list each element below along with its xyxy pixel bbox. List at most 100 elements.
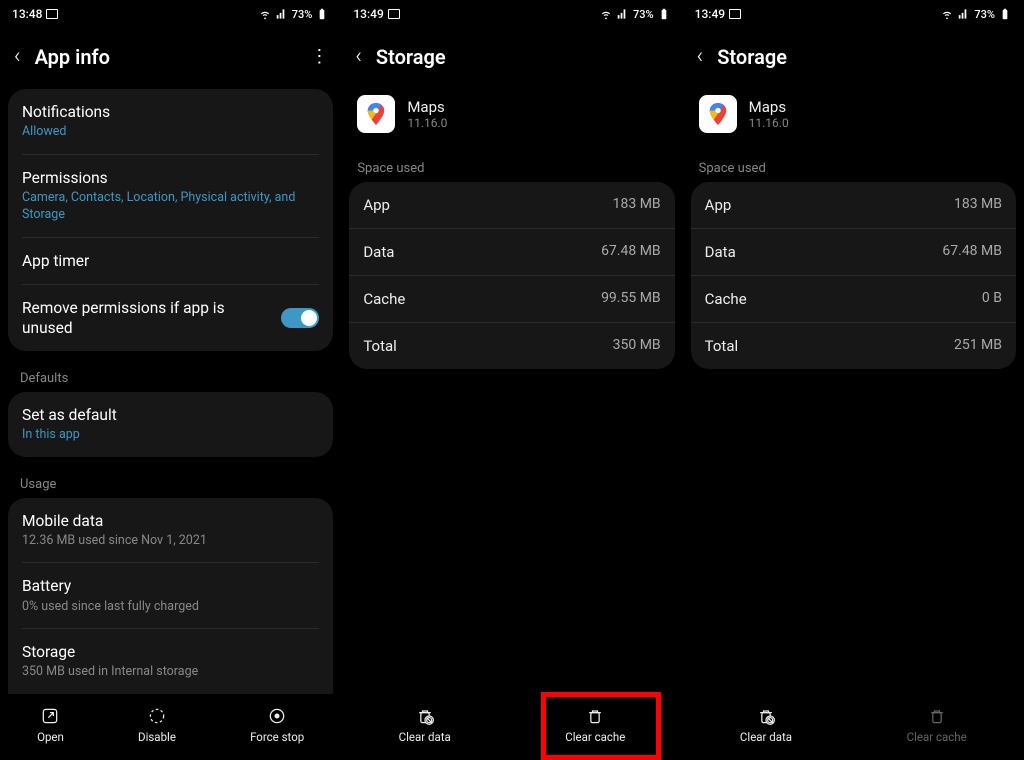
screen-app-info: 13:48 73% ‹ App info ⋮ Notifications All… — [0, 0, 341, 758]
clear-cache-label: Clear cache — [907, 730, 967, 744]
storage-sub: 350 MB used in Internal storage — [22, 663, 319, 681]
screenshot-icon — [729, 9, 741, 19]
bottom-bar: Clear data Clear cache — [341, 694, 682, 758]
permissions-row[interactable]: Permissions Camera, Contacts, Location, … — [22, 155, 319, 238]
screenshot-icon — [46, 9, 58, 19]
battery-text: 73% — [633, 8, 654, 21]
status-right: 73% — [258, 7, 330, 21]
force-stop-label: Force stop — [250, 730, 304, 744]
status-left: 13:48 — [12, 7, 58, 21]
set-default-sub: In this app — [22, 426, 319, 444]
disable-button[interactable]: Disable — [130, 702, 184, 748]
maps-pin-icon — [709, 103, 727, 125]
page-header: ‹ Storage — [683, 28, 1024, 89]
storage-total-label: Total — [363, 337, 397, 355]
more-icon[interactable]: ⋮ — [310, 46, 327, 67]
clear-data-icon — [415, 706, 435, 726]
force-stop-button[interactable]: Force stop — [242, 702, 312, 748]
mobile-data-sub: 12.36 MB used since Nov 1, 2021 — [22, 532, 319, 550]
set-default-row[interactable]: Set as default In this app — [22, 392, 319, 457]
storage-data-row: Data 67.48 MB — [349, 229, 674, 276]
remove-permissions-row[interactable]: Remove permissions if app is unused — [22, 285, 319, 351]
storage-cache-value: 0 B — [982, 290, 1002, 308]
page-header: ‹ App info ⋮ — [0, 28, 341, 89]
status-time: 13:49 — [695, 7, 725, 21]
status-left: 13:49 — [695, 7, 741, 21]
clear-cache-button: Clear cache — [899, 702, 975, 748]
bottom-bar: Open Disable Force stop — [0, 694, 341, 758]
open-button[interactable]: Open — [29, 702, 72, 748]
battery-sub: 0% used since last fully charged — [22, 598, 319, 616]
app-version: 11.16.0 — [407, 116, 447, 130]
space-used-label: Space used — [341, 149, 682, 182]
highlight-annotation — [541, 692, 661, 760]
battery-text: 73% — [974, 8, 995, 21]
usage-label: Usage — [4, 465, 337, 498]
page-title: Storage — [376, 45, 669, 69]
storage-row[interactable]: Storage 350 MB used in Internal storage — [22, 629, 319, 694]
open-icon — [40, 706, 60, 726]
app-name: Maps — [407, 98, 447, 116]
storage-data-row: Data 67.48 MB — [691, 229, 1016, 276]
storage-app-row: App 183 MB — [349, 182, 674, 229]
clear-cache-button[interactable]: Clear cache — [557, 702, 633, 748]
back-icon[interactable]: ‹ — [14, 44, 21, 69]
clear-cache-icon — [927, 706, 947, 726]
battery-row[interactable]: Battery 0% used since last fully charged — [22, 563, 319, 629]
notifications-row[interactable]: Notifications Allowed — [22, 89, 319, 155]
storage-cache-value: 99.55 MB — [601, 290, 661, 308]
storage-app-value: 183 MB — [613, 196, 661, 214]
app-info-text: Maps 11.16.0 — [407, 98, 447, 130]
storage-data-value: 67.48 MB — [601, 243, 661, 261]
spacer — [683, 369, 1024, 694]
space-used-label: Space used — [683, 149, 1024, 182]
content-scroll[interactable]: Notifications Allowed Permissions Camera… — [0, 89, 341, 694]
permissions-title: Permissions — [22, 168, 319, 188]
set-default-title: Set as default — [22, 405, 319, 425]
battery-icon — [657, 7, 671, 21]
status-bar: 13:48 73% — [0, 0, 341, 28]
signal-icon — [616, 7, 630, 21]
open-label: Open — [37, 730, 64, 744]
app-version: 11.16.0 — [749, 116, 789, 130]
storage-app-label: App — [705, 196, 732, 214]
app-name: Maps — [749, 98, 789, 116]
remove-permissions-toggle[interactable] — [281, 308, 319, 328]
battery-text: 73% — [292, 8, 313, 21]
signal-icon — [275, 7, 289, 21]
storage-data-label: Data — [705, 243, 736, 261]
battery-title: Battery — [22, 576, 319, 596]
clear-data-button[interactable]: Clear data — [391, 702, 459, 748]
app-header: Maps 11.16.0 — [341, 89, 682, 149]
screen-storage-after: 13:49 73% ‹ Storage Maps 11.16.0 — [683, 0, 1024, 758]
storage-total-value: 350 MB — [613, 337, 661, 355]
screenshot-icon — [388, 9, 400, 19]
app-info-text: Maps 11.16.0 — [749, 98, 789, 130]
storage-total-row: Total 251 MB — [691, 323, 1016, 369]
storage-total-row: Total 350 MB — [349, 323, 674, 369]
status-bar: 13:49 73% — [341, 0, 682, 28]
storage-total-value: 251 MB — [954, 337, 1002, 355]
wifi-icon — [258, 7, 272, 21]
clear-data-button[interactable]: Clear data — [732, 702, 800, 748]
app-timer-row[interactable]: App timer — [22, 238, 319, 285]
wifi-icon — [599, 7, 613, 21]
clear-data-icon — [756, 706, 776, 726]
back-icon[interactable]: ‹ — [355, 44, 362, 69]
status-time: 13:49 — [353, 7, 383, 21]
storage-card: App 183 MB Data 67.48 MB Cache 99.55 MB … — [349, 182, 674, 369]
remove-permissions-title: Remove permissions if app is unused — [22, 298, 262, 338]
usage-card: Mobile data 12.36 MB used since Nov 1, 2… — [8, 498, 333, 694]
status-bar: 13:49 73% — [683, 0, 1024, 28]
notifications-title: Notifications — [22, 102, 319, 122]
storage-app-row: App 183 MB — [691, 182, 1016, 229]
clear-data-label: Clear data — [740, 730, 792, 744]
storage-cache-row: Cache 0 B — [691, 276, 1016, 323]
status-time: 13:48 — [12, 7, 42, 21]
disable-icon — [147, 706, 167, 726]
back-icon[interactable]: ‹ — [697, 44, 704, 69]
status-right: 73% — [599, 7, 671, 21]
disable-label: Disable — [138, 730, 176, 744]
mobile-data-row[interactable]: Mobile data 12.36 MB used since Nov 1, 2… — [22, 498, 319, 564]
battery-icon — [998, 7, 1012, 21]
